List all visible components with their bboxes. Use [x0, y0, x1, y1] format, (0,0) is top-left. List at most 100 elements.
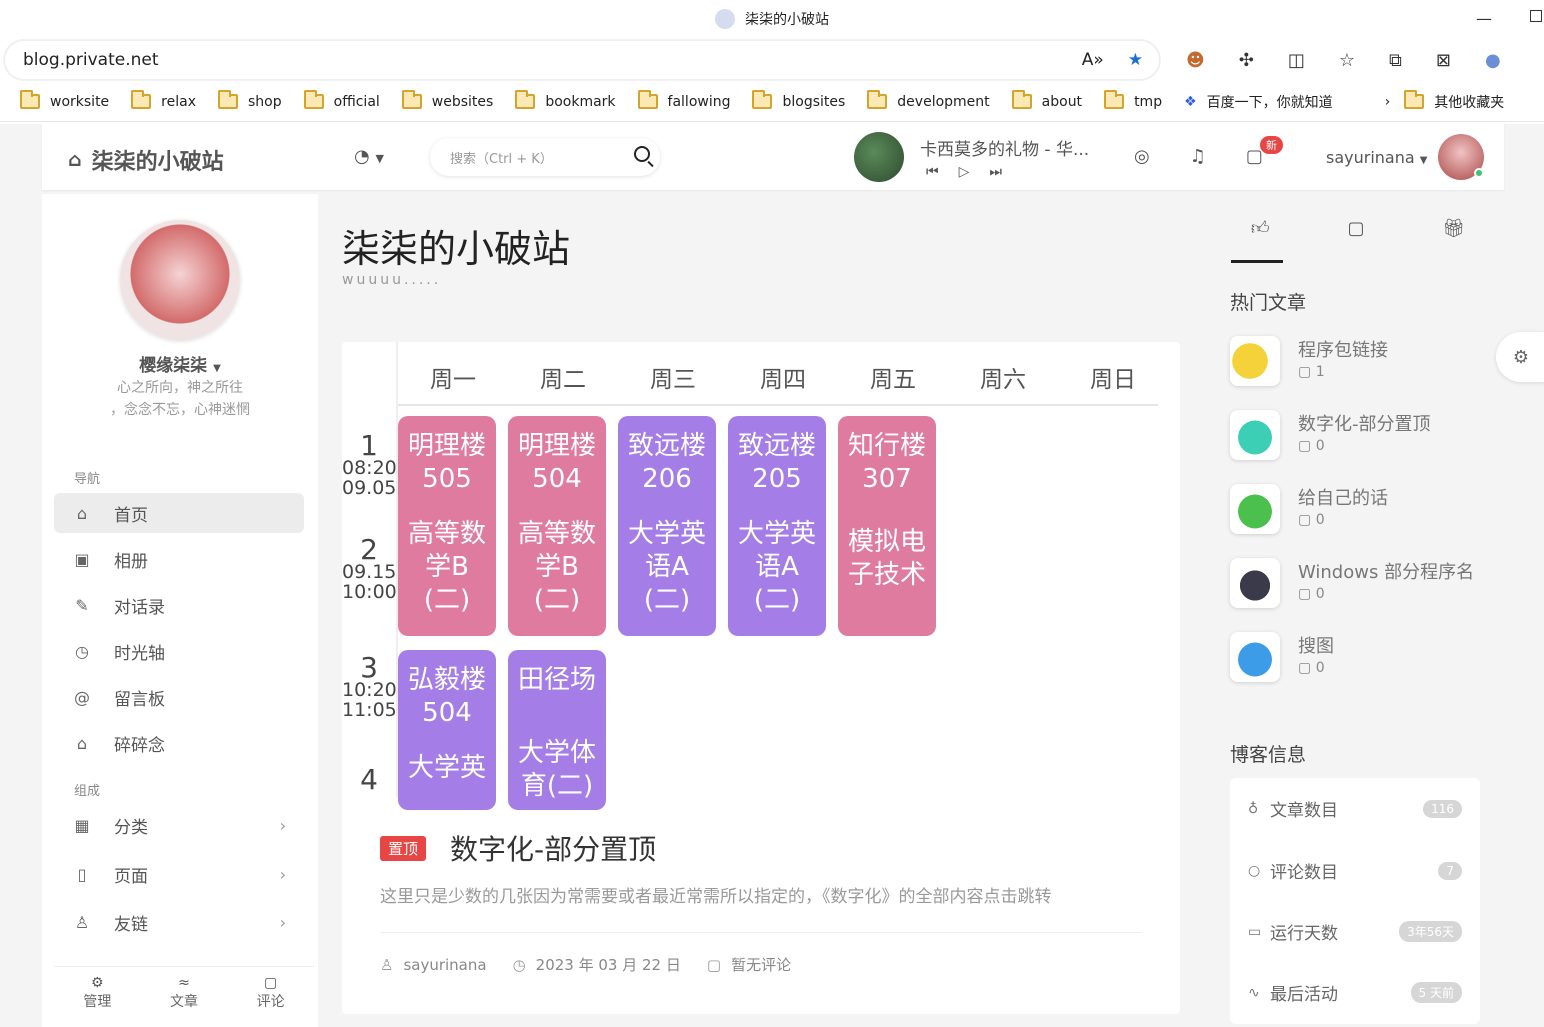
- record-icon[interactable]: ◎: [1134, 146, 1150, 167]
- gift-icon[interactable]: 🎁︎: [1442, 218, 1465, 239]
- url-text[interactable]: blog.private.net: [23, 50, 159, 70]
- collections-icon[interactable]: ⧉: [1389, 50, 1402, 71]
- comment-icon: ▢: [1298, 512, 1312, 528]
- profile-name[interactable]: 樱缘柒柒 ▼: [42, 351, 318, 376]
- bookmark-development[interactable]: development: [867, 90, 990, 110]
- read-aloud-icon[interactable]: A»: [1082, 50, 1104, 70]
- period-label: 2 09.15 10:00: [342, 533, 397, 603]
- album-cover[interactable]: [854, 132, 904, 182]
- gear-icon: ⚙: [91, 975, 104, 991]
- site-logo[interactable]: ⌂ 柒柒的小破站: [68, 144, 224, 176]
- folder-icon: [752, 90, 773, 109]
- bookmark-fallowing[interactable]: fallowing: [637, 90, 730, 110]
- bookmark-tmp[interactable]: tmp: [1104, 90, 1162, 110]
- bookmark-bookmark[interactable]: bookmark: [515, 90, 616, 110]
- nav-item-timeline[interactable]: ◷ 时光轴: [54, 631, 304, 671]
- bookmark-websites[interactable]: websites: [401, 90, 493, 110]
- avatar[interactable]: [1438, 134, 1484, 180]
- extension-avatar-icon[interactable]: ☻: [1186, 50, 1205, 71]
- folder-icon: [20, 90, 40, 109]
- activity-icon: ∿: [1248, 984, 1260, 1001]
- address-bar[interactable]: blog.private.net A» ★: [4, 40, 1160, 80]
- search-placeholder: 搜索（Ctrl + K）: [450, 151, 553, 167]
- nav-item-murmur[interactable]: ⌂ 碎碎念: [54, 723, 304, 763]
- hot-post-item[interactable]: 搜图 ▢ 0: [1230, 632, 1500, 692]
- post-author[interactable]: sayurinana: [403, 956, 486, 974]
- bookmarks-more-button[interactable]: ›: [1385, 94, 1391, 110]
- day-header: 周三: [650, 367, 696, 393]
- post-thumbnail: [1230, 336, 1280, 386]
- bookmark-blogsites[interactable]: blogsites: [752, 90, 845, 110]
- user-menu[interactable]: sayurinana ▼: [1326, 148, 1427, 167]
- count-badge: 116: [1423, 799, 1462, 818]
- music-note-icon[interactable]: ♫: [1190, 146, 1206, 167]
- bookmarks-bar: worksite relax shop official websites bo…: [0, 82, 1544, 122]
- group-section-label: 组成: [74, 784, 101, 799]
- page-title: 柒柒的小破站: [342, 227, 571, 271]
- bookmark-other[interactable]: 其他收藏夹: [1404, 90, 1504, 112]
- bookmark-baidu[interactable]: ❖ 百度一下，你就知道: [1184, 92, 1333, 112]
- hot-post-item[interactable]: 程序包链接 ▢ 1: [1230, 336, 1500, 396]
- site-header: ⌂ 柒柒的小破站 ◔ ▼ 搜索（Ctrl + K） 卡西莫多的礼物 - 华... …: [42, 124, 1504, 190]
- comments-button[interactable]: ▢ 评论: [257, 975, 285, 1011]
- play-icon[interactable]: ▷: [959, 164, 990, 180]
- period-label: 4: [360, 763, 378, 796]
- bookmark-worksite[interactable]: worksite: [20, 90, 109, 110]
- nav-item-guestbook[interactable]: @ 留言板: [54, 677, 304, 717]
- divider: [380, 932, 1142, 933]
- post-comments[interactable]: 暂无评论: [731, 954, 791, 975]
- split-screen-icon[interactable]: ◫: [1288, 50, 1305, 71]
- previous-icon[interactable]: ⏮: [926, 164, 959, 180]
- post-card[interactable]: 周一 周二 周三 周四 周五 周六 周日 1 08:20 09.05 2 09.15 1…: [342, 342, 1180, 1014]
- post-thumbnail: [1230, 632, 1280, 682]
- post-title[interactable]: 数字化-部分置顶: [450, 828, 656, 868]
- main-content: 周一 周二 周三 周四 周五 周六 周日 1 08:20 09.05 2 09.15 1…: [318, 316, 1204, 1027]
- tab-title[interactable]: 柒柒的小破站: [745, 9, 829, 29]
- nav-item-friends[interactable]: ♙ 友链 ›: [54, 902, 304, 942]
- bookmark-about[interactable]: about: [1011, 90, 1082, 110]
- left-sidebar: 樱缘柒柒 ▼ 心之所向，神之所往 ，念念不忘，心神迷惘 导航 ⌂ 首页 ▣ 相册 ✎…: [42, 194, 318, 1027]
- folder-icon: [637, 90, 658, 109]
- pinned-badge: 置顶: [380, 836, 427, 861]
- day-header: 周四: [760, 367, 806, 393]
- gear-icon: ⚙: [1512, 346, 1530, 368]
- nav-item-home[interactable]: ⌂ 首页: [54, 493, 304, 533]
- minimize-icon[interactable]: —: [1476, 9, 1492, 28]
- hot-post-item[interactable]: Windows 部分程序名 ▢ 0: [1230, 558, 1500, 618]
- nav-item-album[interactable]: ▣ 相册: [54, 539, 304, 579]
- nav-item-category[interactable]: ▦ 分类 ›: [54, 805, 304, 845]
- bookmark-shop[interactable]: shop: [218, 90, 282, 110]
- theme-toggle[interactable]: ◔ ▼: [354, 146, 384, 167]
- bookmark-official[interactable]: official: [303, 90, 380, 110]
- articles-button[interactable]: ≈ 文章: [170, 975, 198, 1011]
- profile-avatar[interactable]: [120, 220, 240, 340]
- nav-item-pages[interactable]: ▯ 页面 ›: [54, 854, 304, 894]
- profile-icon[interactable]: ●: [1485, 50, 1501, 71]
- nav-item-dialogue[interactable]: ✎ 对话录: [54, 585, 304, 625]
- comment-icon[interactable]: ▢: [1347, 218, 1364, 239]
- course-block: 明理楼 504 高等数 学B (二): [508, 416, 606, 636]
- hot-post-item[interactable]: 数字化-部分置顶 ▢ 0: [1230, 410, 1500, 470]
- page-subtitle: wuuuu.....: [342, 272, 442, 288]
- grid-icon: ▦: [74, 815, 90, 835]
- thumbs-up-icon[interactable]: 👍︎: [1251, 217, 1270, 239]
- hot-post-item[interactable]: 给自己的话 ▢ 0: [1230, 484, 1500, 544]
- timetable-image[interactable]: 周一 周二 周三 周四 周五 周六 周日 1 08:20 09.05 2 09.15 1…: [342, 342, 1180, 810]
- maximize-icon[interactable]: [1530, 10, 1542, 22]
- clock-icon: ◷: [75, 641, 89, 661]
- search-input[interactable]: 搜索（Ctrl + K）: [430, 138, 660, 176]
- chevron-right-icon: ›: [279, 864, 286, 884]
- period-label: 1 08:20 09.05: [342, 429, 397, 499]
- settings-float-button[interactable]: ⚙: [1496, 332, 1544, 382]
- next-icon[interactable]: ⏭: [989, 164, 1022, 180]
- math-solver-icon[interactable]: ⊠: [1436, 50, 1451, 71]
- chevron-down-icon: ▼: [375, 152, 384, 165]
- search-icon[interactable]: [634, 146, 650, 162]
- admin-button[interactable]: ⚙ 管理: [83, 975, 111, 1011]
- bookmark-relax[interactable]: relax: [131, 90, 196, 110]
- day-header: 周日: [1090, 367, 1136, 393]
- extensions-icon[interactable]: ✣: [1239, 50, 1254, 71]
- period-label: 3 10:20 11:05: [342, 651, 397, 721]
- favorite-star-icon[interactable]: ★: [1128, 50, 1143, 70]
- favorites-icon[interactable]: ☆: [1339, 50, 1355, 71]
